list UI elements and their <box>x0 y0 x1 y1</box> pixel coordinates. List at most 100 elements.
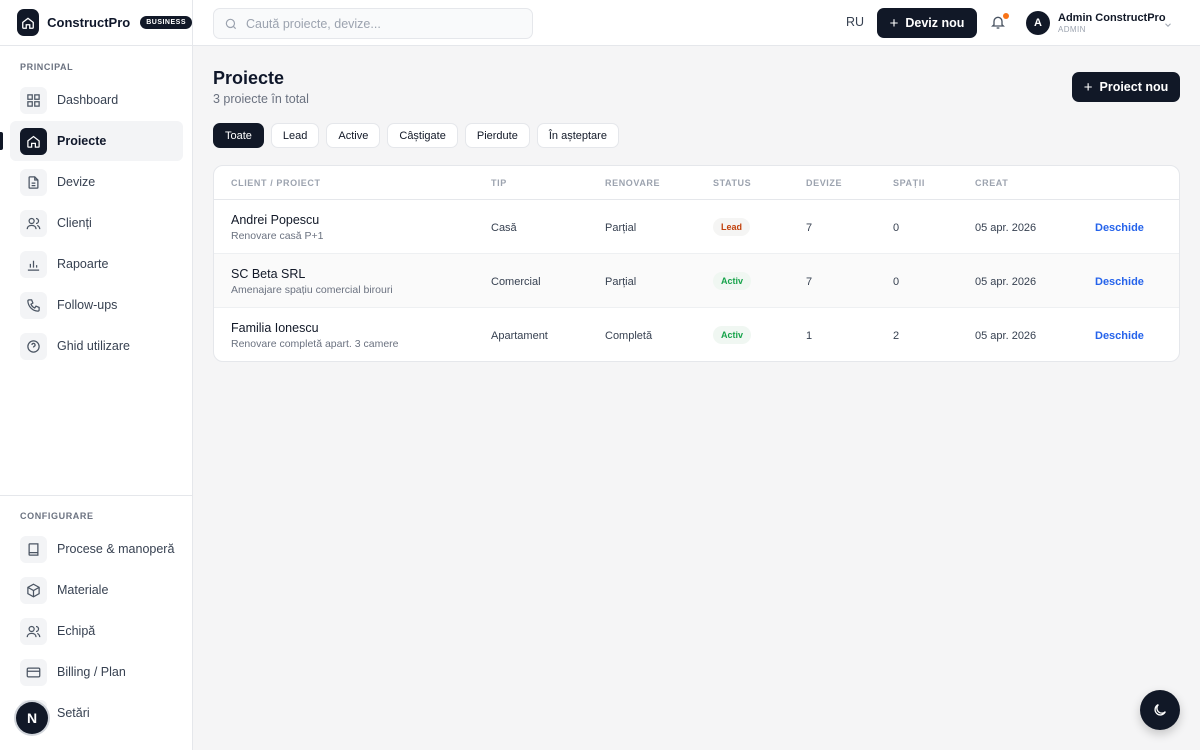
n-badge[interactable]: N <box>16 702 48 734</box>
client-name: Andrei Popescu <box>231 213 320 227</box>
sidebar-item-label: Clienți <box>57 216 92 230</box>
table-row[interactable]: SC Beta SRL Amenajare spațiu comercial b… <box>214 254 1179 308</box>
language-switch[interactable]: RU <box>846 15 864 29</box>
estimates-count: 7 <box>806 276 813 288</box>
filter-tabs: Toate Lead Active Câștigate Pierdute În … <box>213 123 619 148</box>
search-input[interactable] <box>246 16 526 31</box>
sidebar-item-label: Proiecte <box>57 134 107 148</box>
project-type: Apartament <box>491 330 548 342</box>
sidebar-item-label: Setări <box>57 706 90 720</box>
sidebar-item-label: Billing / Plan <box>57 665 126 679</box>
sidebar-item-label: Procese & manoperă <box>57 542 175 556</box>
created-date: 05 apr. 2026 <box>975 276 1037 288</box>
notification-dot <box>1003 13 1009 19</box>
phone-icon <box>20 291 47 319</box>
home-icon <box>20 127 47 155</box>
status-badge: Activ <box>713 326 752 344</box>
team-icon <box>20 617 47 645</box>
sidebar: ConstructPro BUSINESS PRINCIPAL Dashboar… <box>0 0 193 750</box>
moon-icon <box>1152 702 1168 718</box>
renovation-type: Parțial <box>605 222 637 234</box>
theme-toggle-button[interactable] <box>1140 690 1180 730</box>
user-name[interactable]: Admin ConstructPro <box>1058 12 1166 24</box>
credit-card-icon <box>20 658 47 686</box>
project-description: Renovare casă P+1 <box>231 230 324 242</box>
sidebar-item-clienti[interactable]: Clienți <box>10 203 183 243</box>
renovation-type: Parțial <box>605 276 637 288</box>
brand-name: ConstructPro <box>47 15 131 30</box>
sidebar-item-follow-ups[interactable]: Follow-ups <box>10 285 183 325</box>
sidebar-item-label: Follow-ups <box>57 298 118 312</box>
sidebar-item-rapoarte[interactable]: Rapoarte <box>10 244 183 284</box>
avatar[interactable]: A <box>1026 11 1050 35</box>
filter-toate[interactable]: Toate <box>213 123 264 148</box>
new-project-button[interactable]: + Proiect nou <box>1072 72 1180 102</box>
home-logo-icon <box>17 9 40 36</box>
column-header: STATUS <box>713 178 752 188</box>
project-description: Renovare completă apart. 3 camere <box>231 338 399 350</box>
open-project-link[interactable]: Deschide <box>1095 330 1144 342</box>
brand[interactable]: ConstructPro BUSINESS <box>0 0 192 46</box>
project-description: Amenajare spațiu comercial birouri <box>231 284 393 296</box>
search-icon <box>224 17 238 31</box>
book-icon <box>20 535 47 563</box>
user-role: ADMIN <box>1058 25 1086 34</box>
client-name: SC Beta SRL <box>231 267 306 281</box>
status-badge: Lead <box>713 218 751 236</box>
sidebar-item-procese[interactable]: Procese & manoperă <box>10 529 183 569</box>
bar-chart-icon <box>20 250 47 278</box>
filter-active[interactable]: Active <box>326 123 381 148</box>
sidebar-item-materiale[interactable]: Materiale <box>10 570 183 610</box>
sidebar-item-billing[interactable]: Billing / Plan <box>10 652 183 692</box>
spaces-count: 0 <box>893 222 900 234</box>
column-header: SPAȚII <box>893 178 925 188</box>
estimates-count: 7 <box>806 222 813 234</box>
plus-icon: + <box>889 14 899 32</box>
column-header: TIP <box>491 178 507 188</box>
sidebar-item-label: Ghid utilizare <box>57 339 130 353</box>
column-header: CREAT <box>975 178 1009 188</box>
table-row[interactable]: Familia Ionescu Renovare completă apart.… <box>214 308 1179 361</box>
sidebar-item-label: Materiale <box>57 583 109 597</box>
sidebar-item-proiecte[interactable]: Proiecte <box>0 121 183 161</box>
new-estimate-button[interactable]: + Deviz nou <box>877 8 977 38</box>
filter-pierdute[interactable]: Pierdute <box>464 123 530 148</box>
spaces-count: 2 <box>893 330 900 342</box>
help-icon <box>20 332 47 360</box>
plus-icon: + <box>1083 78 1093 96</box>
box-icon <box>20 576 47 604</box>
sidebar-item-label: Devize <box>57 175 96 189</box>
table-row[interactable]: Andrei Popescu Renovare casă P+1 Casă Pa… <box>214 200 1179 254</box>
open-project-link[interactable]: Deschide <box>1095 222 1144 234</box>
main-nav: Dashboard Proiecte Devize Clienți Rapoar… <box>0 79 193 367</box>
sidebar-item-devize[interactable]: Devize <box>10 162 183 202</box>
created-date: 05 apr. 2026 <box>975 330 1037 342</box>
table-header: CLIENT / PROIECT TIP RENOVARE STATUS DEV… <box>214 166 1179 200</box>
sidebar-item-ghid[interactable]: Ghid utilizare <box>10 326 183 366</box>
chevron-down-icon[interactable] <box>1163 17 1173 27</box>
grid-icon <box>20 86 47 114</box>
column-header: RENOVARE <box>605 178 661 188</box>
column-header: CLIENT / PROIECT <box>231 178 321 188</box>
sidebar-item-dashboard[interactable]: Dashboard <box>10 80 183 120</box>
filter-castigate[interactable]: Câștigate <box>387 123 458 148</box>
created-date: 05 apr. 2026 <box>975 222 1037 234</box>
section-label-principal: PRINCIPAL <box>20 62 74 72</box>
client-name: Familia Ionescu <box>231 321 319 335</box>
sidebar-item-label: Echipă <box>57 624 96 638</box>
page-subtitle: 3 proiecte în total <box>213 92 309 106</box>
plan-badge: BUSINESS <box>140 16 192 29</box>
filter-in-asteptare[interactable]: În așteptare <box>536 123 619 148</box>
open-project-link[interactable]: Deschide <box>1095 276 1144 288</box>
new-estimate-label: Deviz nou <box>905 16 965 30</box>
filter-lead[interactable]: Lead <box>270 123 320 148</box>
estimates-count: 1 <box>806 330 813 342</box>
spaces-count: 0 <box>893 276 900 288</box>
new-project-label: Proiect nou <box>1099 80 1169 94</box>
sidebar-item-label: Rapoarte <box>57 257 109 271</box>
search-box[interactable] <box>213 8 533 39</box>
sidebar-item-label: Dashboard <box>57 93 119 107</box>
status-badge: Activ <box>713 272 752 290</box>
sidebar-item-echipa[interactable]: Echipă <box>10 611 183 651</box>
project-type: Comercial <box>491 276 541 288</box>
